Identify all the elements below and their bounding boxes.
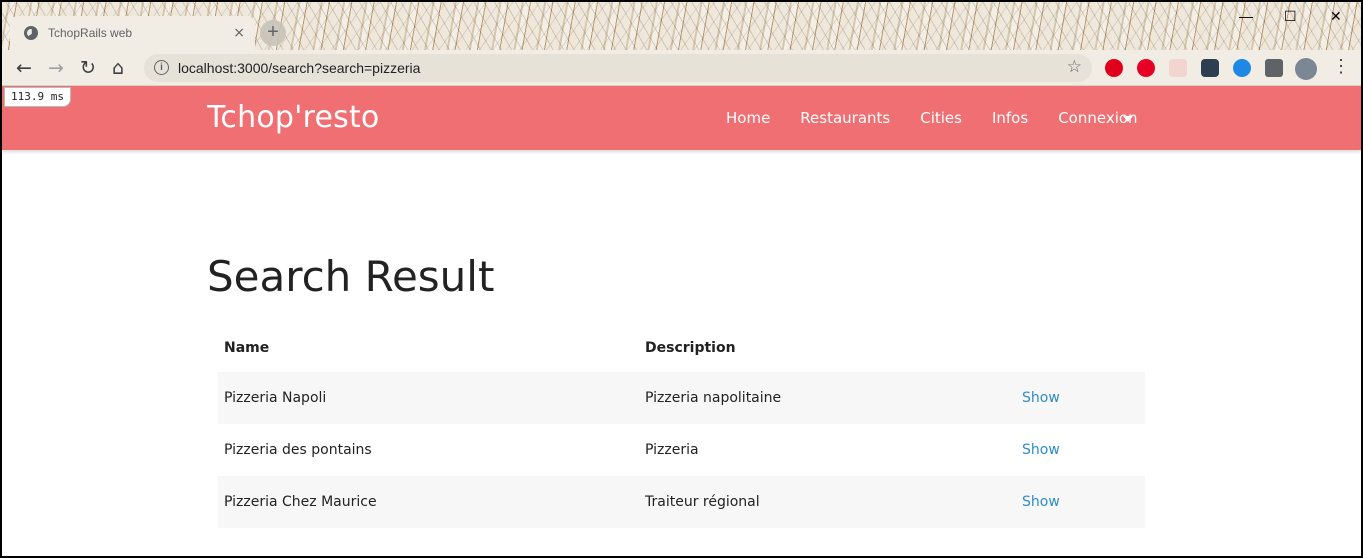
url-text[interactable]: localhost:3000/search?search=pizzeria bbox=[178, 60, 420, 76]
minimize-button[interactable]: — bbox=[1239, 8, 1253, 24]
table-header-row: Name Description bbox=[218, 324, 1145, 372]
pinterest-extension-icon[interactable] bbox=[1137, 59, 1155, 77]
tab-close-icon[interactable]: × bbox=[233, 25, 245, 41]
cell-name: Pizzeria Napoli bbox=[218, 372, 639, 424]
address-bar[interactable]: i localhost:3000/search?search=pizzeria … bbox=[144, 54, 1092, 82]
reload-icon[interactable]: ↻ bbox=[80, 57, 96, 79]
maximize-button[interactable]: ☐ bbox=[1284, 8, 1297, 25]
browser-menu-icon[interactable]: ⋮ bbox=[1332, 56, 1350, 77]
bookmark-star-icon[interactable]: ☆ bbox=[1067, 57, 1082, 77]
cell-name: Pizzeria des pontains bbox=[224, 442, 372, 458]
back-arrow-icon[interactable]: ← bbox=[16, 57, 32, 79]
globe-icon bbox=[24, 26, 38, 40]
cell-action: Show bbox=[1016, 372, 1145, 424]
hexagon-extension-icon[interactable] bbox=[1233, 59, 1251, 77]
extension-icon[interactable] bbox=[1169, 59, 1187, 77]
dropdown-caret-icon[interactable] bbox=[1123, 116, 1133, 122]
forward-arrow-icon[interactable]: → bbox=[48, 57, 64, 79]
header-actions bbox=[1016, 324, 1145, 372]
cell-action: Show bbox=[1016, 476, 1145, 528]
table-row: Pizzeria Napoli Pizzeria napolitaine Sho… bbox=[218, 372, 1145, 424]
title-bar: TchopRails web × + — ☐ ✕ bbox=[2, 2, 1361, 50]
browser-window: TchopRails web × + — ☐ ✕ ← → ↻ ⌂ i local… bbox=[2, 2, 1361, 556]
show-link[interactable]: Show bbox=[1022, 494, 1060, 510]
extension-menu-icon[interactable] bbox=[1201, 59, 1219, 77]
close-window-button[interactable]: ✕ bbox=[1330, 8, 1342, 25]
nav-links: Home Restaurants Cities Infos Connexion bbox=[726, 109, 1168, 127]
nav-infos[interactable]: Infos bbox=[992, 109, 1028, 127]
nav-restaurants[interactable]: Restaurants bbox=[800, 109, 890, 127]
nav-home[interactable]: Home bbox=[726, 109, 770, 127]
site-brand[interactable]: Tchop'resto bbox=[207, 100, 379, 135]
new-tab-button[interactable]: + bbox=[260, 20, 286, 46]
page-title: Search Result bbox=[207, 252, 495, 301]
show-link[interactable]: Show bbox=[1022, 442, 1060, 458]
adblock-extension-icon[interactable] bbox=[1105, 59, 1123, 77]
header-name: Name bbox=[224, 340, 270, 356]
browser-tab[interactable]: TchopRails web × bbox=[10, 16, 255, 50]
cell-name: Pizzeria Chez Maurice bbox=[218, 476, 639, 528]
profiler-badge[interactable]: 113.9 ms bbox=[4, 87, 71, 107]
site-navbar: Tchop'resto Home Restaurants Cities Info… bbox=[2, 86, 1361, 150]
profile-avatar[interactable] bbox=[1295, 58, 1317, 80]
table-row: Pizzeria Chez Maurice Traiteur régional … bbox=[218, 476, 1145, 528]
cell-description: Pizzeria bbox=[645, 442, 699, 458]
show-link[interactable]: Show bbox=[1022, 390, 1060, 406]
results-table: Name Description Pizzeria Napoli Pizzeri… bbox=[218, 324, 1145, 528]
table-row: Pizzeria des pontains Pizzeria Show bbox=[218, 424, 1145, 476]
nav-cities[interactable]: Cities bbox=[920, 109, 962, 127]
info-icon[interactable]: i bbox=[154, 60, 169, 75]
cell-description: Traiteur régional bbox=[639, 476, 1016, 528]
puzzle-extensions-icon[interactable] bbox=[1265, 59, 1283, 77]
cell-action: Show bbox=[1016, 424, 1145, 476]
browser-toolbar: ← → ↻ ⌂ i localhost:3000/search?search=p… bbox=[2, 50, 1361, 86]
tab-title: TchopRails web bbox=[48, 26, 133, 40]
cell-description: Pizzeria napolitaine bbox=[639, 372, 1016, 424]
header-description: Description bbox=[645, 340, 736, 356]
home-icon[interactable]: ⌂ bbox=[112, 57, 124, 79]
